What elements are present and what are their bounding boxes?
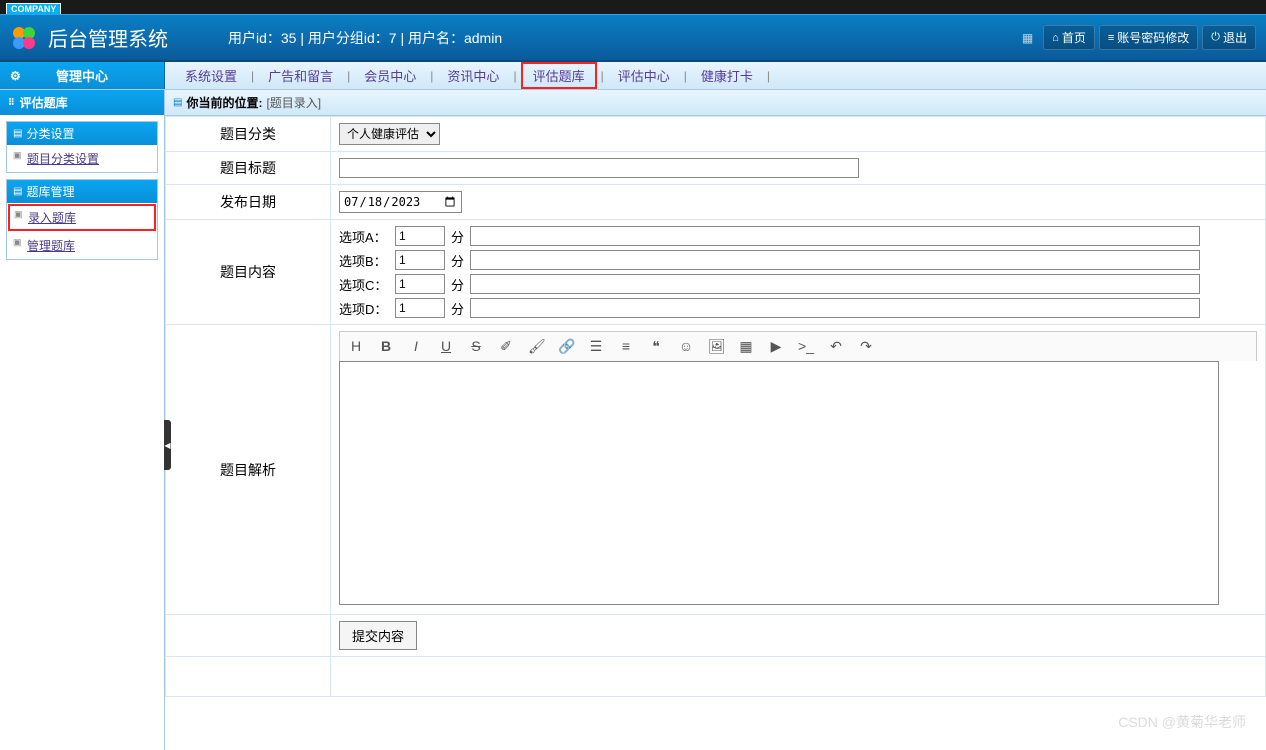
unit-a: 分 [451,227,464,246]
main-content: 你当前的位置: [题目录入] 题目分类 个人健康评估 题目标题 发布日期 [165,90,1266,750]
tb-strike-icon[interactable]: S [468,338,484,355]
home-icon: ⌂ [1052,32,1059,44]
input-option-a[interactable] [470,226,1200,246]
sidebar-group-header-category[interactable]: 分类设置 [7,122,157,145]
input-option-c[interactable] [470,274,1200,294]
header-right: ▦ ⌂首页 ≡账号密码修改 ⏻退出 [1022,25,1256,50]
sidebar-item-category-setting[interactable]: 题目分类设置 [7,145,157,172]
sidebar-collapse-handle[interactable]: ◀ [164,420,171,470]
select-category[interactable]: 个人健康评估 [339,123,440,145]
option-label-a: 选项A： [339,227,389,246]
sidebar-item-enter-bank[interactable]: 录入题库 [8,204,156,231]
list-icon: ≡ [1108,32,1114,44]
user-info: 用户id：35 | 用户分组id：7 | 用户名：admin [228,28,502,48]
tb-image-icon[interactable]: 🖼 [708,338,724,355]
nav-management-center[interactable]: 管理中心 [0,62,165,89]
option-row-a: 选项A： 分 [339,226,1257,246]
top-bar: COMPANY [0,0,1266,14]
tb-list-icon[interactable]: ☰ [588,338,604,355]
label-submit-empty [166,615,331,657]
body-row: 评估题库 分类设置 题目分类设置 题库管理 录入题库 管理题库 ◀ 你当前的位置… [0,90,1266,750]
tb-brush-icon[interactable]: 🖌 [528,338,544,355]
input-score-c[interactable] [395,274,445,294]
power-icon: ⏻ [1211,31,1220,44]
options-cell: 选项A： 分 选项B： 分 选项C： 分 [331,220,1266,325]
breadcrumb-page: [题目录入] [266,94,321,111]
input-score-b[interactable] [395,250,445,270]
tb-italic-icon[interactable]: I [408,338,424,355]
password-link[interactable]: ≡账号密码修改 [1099,25,1198,50]
input-option-d[interactable] [470,298,1200,318]
logout-link[interactable]: ⏻退出 [1202,25,1256,50]
home-link[interactable]: ⌂首页 [1043,25,1095,50]
breadcrumb-label: 你当前的位置: [186,94,262,111]
grid-icon[interactable]: ▦ [1022,31,1033,45]
label-analysis: 题目解析 [166,325,331,615]
tb-align-icon[interactable]: ≡ [618,338,634,355]
input-title[interactable] [339,158,859,178]
tb-heading-icon[interactable]: H [348,338,364,355]
label-date: 发布日期 [166,185,331,220]
label-title: 题目标题 [166,152,331,185]
nav-item-health[interactable]: 健康打卡 [691,64,763,87]
unit-b: 分 [451,251,464,270]
tb-code-icon[interactable]: >_ [798,338,814,355]
tb-undo-icon[interactable]: ↶ [828,338,844,355]
empty-label [166,657,331,697]
nav-menu: 系统设置| 广告和留言| 会员中心| 资讯中心| 评估题库| 评估中心| 健康打… [165,62,1266,89]
editor-toolbar: H B I U S ✐ 🖌 🔗 ☰ ≡ ❝ ☺ 🖼 ▦ ▶ [339,331,1257,361]
option-label-d: 选项D： [339,299,389,318]
option-label-b: 选项B： [339,251,389,270]
tb-quote-icon[interactable]: ❝ [648,338,664,355]
option-label-c: 选项C： [339,275,389,294]
input-score-a[interactable] [395,226,445,246]
nav-item-ads[interactable]: 广告和留言 [258,64,343,87]
logo-icon [10,24,38,52]
label-category: 题目分类 [166,117,331,152]
input-score-d[interactable] [395,298,445,318]
sidebar-item-manage-bank[interactable]: 管理题库 [7,232,157,259]
tb-table-icon[interactable]: ▦ [738,338,754,355]
nav-item-evaluation[interactable]: 评估中心 [608,64,680,87]
tb-emoji-icon[interactable]: ☺ [678,338,694,355]
sidebar-group-category: 分类设置 题目分类设置 [6,121,158,173]
option-row-c: 选项C： 分 [339,274,1257,294]
app-title: 后台管理系统 [48,23,168,52]
sidebar-group-bank: 题库管理 录入题库 管理题库 [6,179,158,260]
label-content: 题目内容 [166,220,331,325]
tb-bold-icon[interactable]: B [378,338,394,355]
analysis-cell: H B I U S ✐ 🖌 🔗 ☰ ≡ ❝ ☺ 🖼 ▦ ▶ [331,325,1266,615]
textarea-analysis[interactable] [339,361,1219,605]
tb-underline-icon[interactable]: U [438,338,454,355]
nav-item-members[interactable]: 会员中心 [354,64,426,87]
sidebar: 评估题库 分类设置 题目分类设置 题库管理 录入题库 管理题库 ◀ [0,90,165,750]
nav-row: 管理中心 系统设置| 广告和留言| 会员中心| 资讯中心| 评估题库| 评估中心… [0,62,1266,90]
tb-video-icon[interactable]: ▶ [768,338,784,355]
input-option-b[interactable] [470,250,1200,270]
sidebar-group-header-bank[interactable]: 题库管理 [7,180,157,203]
tb-redo-icon[interactable]: ↷ [858,338,874,355]
empty-cell [331,657,1266,697]
form-table: 题目分类 个人健康评估 题目标题 发布日期 题目内容 选项A： [165,116,1266,697]
nav-item-questionbank[interactable]: 评估题库 [521,62,597,89]
option-row-d: 选项D： 分 [339,298,1257,318]
input-date[interactable] [339,191,462,213]
unit-d: 分 [451,299,464,318]
tb-eraser-icon[interactable]: ✐ [498,338,514,355]
nav-item-system[interactable]: 系统设置 [175,64,247,87]
tb-link-icon[interactable]: 🔗 [558,338,574,355]
nav-item-news[interactable]: 资讯中心 [437,64,509,87]
header: 后台管理系统 用户id：35 | 用户分组id：7 | 用户名：admin ▦ … [0,14,1266,62]
submit-button[interactable]: 提交内容 [339,621,417,650]
sidebar-title: 评估题库 [0,90,164,115]
option-row-b: 选项B： 分 [339,250,1257,270]
breadcrumb: 你当前的位置: [题目录入] [165,90,1266,116]
unit-c: 分 [451,275,464,294]
